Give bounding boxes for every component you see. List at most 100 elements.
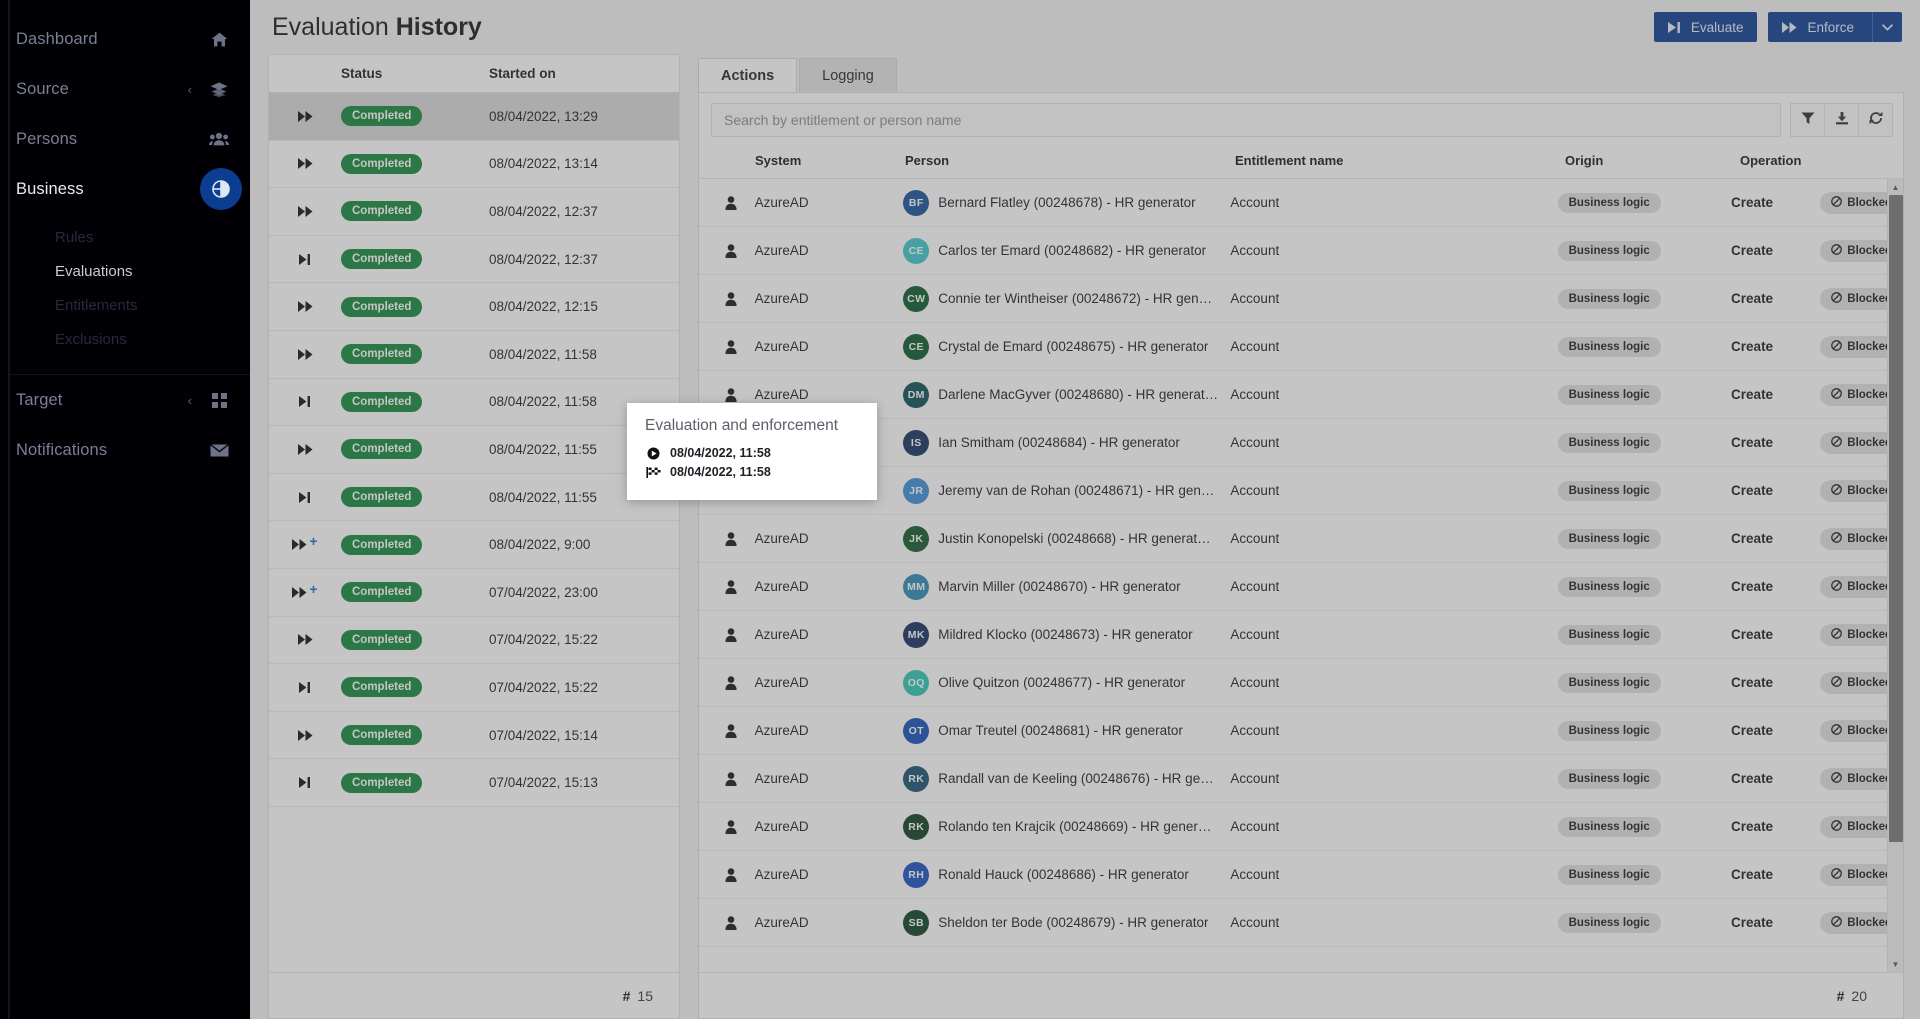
person-name: Ronald Hauck (00248686) - HR generator (938, 867, 1189, 882)
cell-system: AzureAD (755, 627, 904, 642)
avatar: RK (903, 814, 929, 840)
cell-operation: Create (1731, 243, 1820, 258)
table-row[interactable]: AzureADCECrystal de Emard (00248675) - H… (699, 323, 1903, 371)
cell-origin: Business logic (1558, 337, 1731, 357)
cell-entitlement: Account (1230, 771, 1557, 786)
history-row[interactable]: Completed07/04/2022, 15:22 (269, 617, 679, 665)
table-row[interactable]: AzureADMKMildred Klocko (00248673) - HR … (699, 611, 1903, 659)
history-row[interactable]: Completed08/04/2022, 12:15 (269, 283, 679, 331)
cell-operation: Create (1731, 387, 1820, 402)
cell-operation: Create (1731, 627, 1820, 642)
table-row[interactable]: AzureADCECarlos ter Emard (00248682) - H… (699, 227, 1903, 275)
cell-system: AzureAD (755, 915, 904, 930)
history-count: 15 (637, 988, 653, 1004)
enforce-button-label: Enforce (1807, 20, 1854, 35)
fast-forward-icon (269, 301, 341, 312)
scroll-down-icon[interactable]: ▼ (1888, 956, 1904, 972)
table-row[interactable]: AzureADRHRonald Hauck (00248686) - HR ge… (699, 851, 1903, 899)
table-row[interactable]: AzureADMMMarvin Miller (00248670) - HR g… (699, 563, 1903, 611)
cell-system: AzureAD (755, 867, 904, 882)
enforce-button[interactable]: Enforce (1768, 12, 1872, 42)
sidebar-item-dashboard[interactable]: Dashboard (0, 14, 250, 64)
cell-origin: Business logic (1558, 481, 1731, 501)
sidebar-subitem-exclusions[interactable]: Exclusions (0, 322, 250, 356)
tab-bar: ActionsLogging (698, 54, 1904, 92)
scrollbar-track[interactable] (1889, 195, 1903, 956)
history-row[interactable]: Completed08/04/2022, 12:37 (269, 236, 679, 284)
sidebar-subitem-rules[interactable]: Rules (0, 220, 250, 254)
table-row[interactable]: AzureADJRJeremy van de Rohan (00248671) … (699, 467, 1903, 515)
filter-button[interactable] (1790, 103, 1825, 137)
status-badge: Completed (341, 677, 422, 697)
refresh-button[interactable] (1858, 103, 1893, 137)
tab-logging[interactable]: Logging (799, 58, 897, 92)
history-started-cell: 07/04/2022, 15:13 (489, 775, 679, 790)
sidebar-item-business[interactable]: Business⌄ (0, 164, 250, 214)
history-row[interactable]: Completed08/04/2022, 12:37 (269, 188, 679, 236)
table-row[interactable]: AzureADSBSheldon ter Bode (00248679) - H… (699, 899, 1903, 947)
table-row[interactable]: AzureADCWConnie ter Wintheiser (00248672… (699, 275, 1903, 323)
sidebar-subitem-evaluations[interactable]: Evaluations (0, 254, 250, 288)
toolbar-buttons (1791, 103, 1893, 137)
play-circle-icon (645, 447, 661, 460)
scrollbar-thumb[interactable] (1889, 195, 1903, 842)
avatar: RK (903, 766, 929, 792)
table-row[interactable]: AzureADOQOlive Quitzon (00248677) - HR g… (699, 659, 1903, 707)
table-row[interactable]: AzureADBFBernard Flatley (00248678) - HR… (699, 179, 1903, 227)
sidebar-item-source[interactable]: Source‹ (0, 64, 250, 114)
table-row[interactable]: AzureADOTOmar Treutel (00248681) - HR ge… (699, 707, 1903, 755)
tab-actions[interactable]: Actions (698, 58, 797, 92)
history-row[interactable]: Completed08/04/2022, 11:55 (269, 474, 679, 522)
sidebar-subitem-entitlements[interactable]: Entitlements (0, 288, 250, 322)
person-name: Connie ter Wintheiser (00248672) - HR ge… (938, 291, 1212, 306)
table-row[interactable]: AzureADISIan Smitham (00248684) - HR gen… (699, 419, 1903, 467)
person-name: Jeremy van de Rohan (00248671) - HR gen… (938, 483, 1214, 498)
sidebar-item-persons[interactable]: Persons (0, 114, 250, 164)
sidebar-item-label: Notifications (16, 441, 206, 460)
history-row[interactable]: +Completed08/04/2022, 9:00 (269, 521, 679, 569)
status-badge: Completed (341, 154, 422, 174)
cell-system: AzureAD (755, 579, 904, 594)
history-row[interactable]: Completed08/04/2022, 13:14 (269, 141, 679, 189)
evaluate-button[interactable]: Evaluate (1654, 12, 1758, 42)
blocked-icon (1831, 340, 1842, 354)
search-input[interactable] (711, 103, 1781, 137)
scroll-up-icon[interactable]: ▲ (1888, 179, 1904, 195)
sidebar-item-notifications[interactable]: Notifications (0, 425, 250, 475)
sidebar-item-target[interactable]: Target‹ (0, 375, 250, 425)
table-row[interactable]: AzureADJKJustin Konopelski (00248668) - … (699, 515, 1903, 563)
table-row[interactable]: AzureADRKRolando ten Krajcik (00248669) … (699, 803, 1903, 851)
history-list[interactable]: Completed08/04/2022, 13:29Completed08/04… (269, 93, 679, 972)
cell-entitlement: Account (1230, 243, 1557, 258)
enforce-dropdown-button[interactable] (1872, 12, 1902, 42)
origin-badge: Business logic (1558, 865, 1661, 885)
blocked-icon (1831, 244, 1842, 258)
history-row[interactable]: +Completed07/04/2022, 23:00 (269, 569, 679, 617)
avatar: SB (903, 910, 929, 936)
status-badge: Completed (341, 487, 422, 507)
cell-person: RKRolando ten Krajcik (00248669) - HR ge… (903, 814, 1230, 840)
grid-scrollbar[interactable]: ▲ ▼ (1887, 179, 1903, 972)
status-badge: Completed (341, 392, 422, 412)
cell-operation: Create (1731, 771, 1820, 786)
history-row[interactable]: Completed07/04/2022, 15:22 (269, 664, 679, 712)
person-icon (707, 820, 755, 834)
origin-badge: Business logic (1558, 481, 1661, 501)
fast-forward-icon (269, 730, 341, 741)
top-bar: Evaluation History Evaluate Enforce (250, 0, 1920, 54)
table-row[interactable]: AzureADRKRandall van de Keeling (0024867… (699, 755, 1903, 803)
history-row[interactable]: Completed07/04/2022, 15:13 (269, 759, 679, 807)
history-row[interactable]: Completed08/04/2022, 13:29 (269, 93, 679, 141)
download-button[interactable] (1824, 103, 1859, 137)
history-row[interactable]: Completed08/04/2022, 11:58 (269, 331, 679, 379)
cell-origin: Business logic (1558, 241, 1731, 261)
history-row[interactable]: Completed07/04/2022, 15:14 (269, 712, 679, 760)
fast-forward-icon (269, 206, 341, 217)
history-row[interactable]: Completed08/04/2022, 11:58 (269, 379, 679, 427)
cell-origin: Business logic (1558, 433, 1731, 453)
history-row[interactable]: Completed08/04/2022, 11:55 (269, 426, 679, 474)
table-row[interactable]: AzureADDMDarlene MacGyver (00248680) - H… (699, 371, 1903, 419)
person-icon (707, 196, 755, 210)
history-status-cell: Completed (341, 106, 489, 126)
checkered-flag-icon (645, 466, 661, 479)
